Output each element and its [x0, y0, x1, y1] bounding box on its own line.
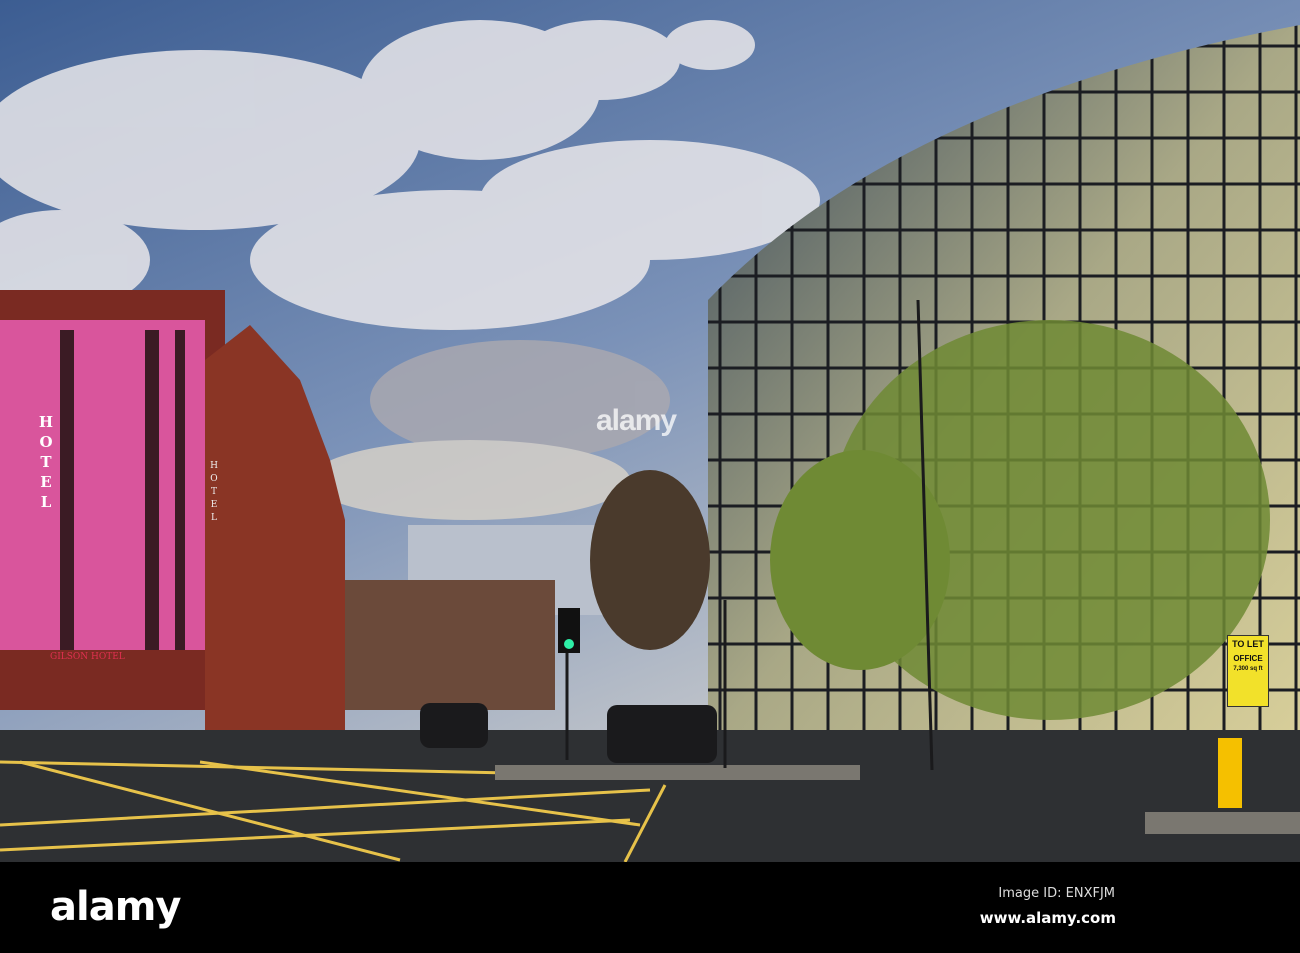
watermark: alamy — [596, 404, 677, 437]
to-let-office: OFFICE — [1233, 654, 1263, 663]
alamy-logo: alamy — [50, 884, 181, 930]
to-let-area: 7,300 sq ft — [1233, 666, 1263, 672]
pink-hotel — [0, 320, 205, 650]
traffic-island — [495, 765, 860, 780]
gilson-hotel-sign: GILSON HOTEL — [50, 652, 125, 662]
to-let-title: TO LET — [1232, 639, 1264, 649]
to-let-sign: TO LET OFFICE 7,300 sq ft — [1227, 635, 1269, 707]
hotel-vertical-sign: HOTEL — [38, 413, 54, 511]
footer-bar: alamy Image ID: ENXFJM www.alamy.com — [0, 862, 1300, 953]
street-photo: HOTEL HOTEL GILSON HOTEL TO LET OFFICE 7… — [0, 0, 1300, 862]
hotel-vertical-sign-2: HOTEL — [210, 461, 218, 523]
site-url[interactable]: www.alamy.com — [980, 909, 1116, 927]
image-id: Image ID: ENXFJM — [998, 886, 1115, 901]
shop-terrace — [345, 580, 555, 710]
bollard — [1218, 738, 1242, 808]
